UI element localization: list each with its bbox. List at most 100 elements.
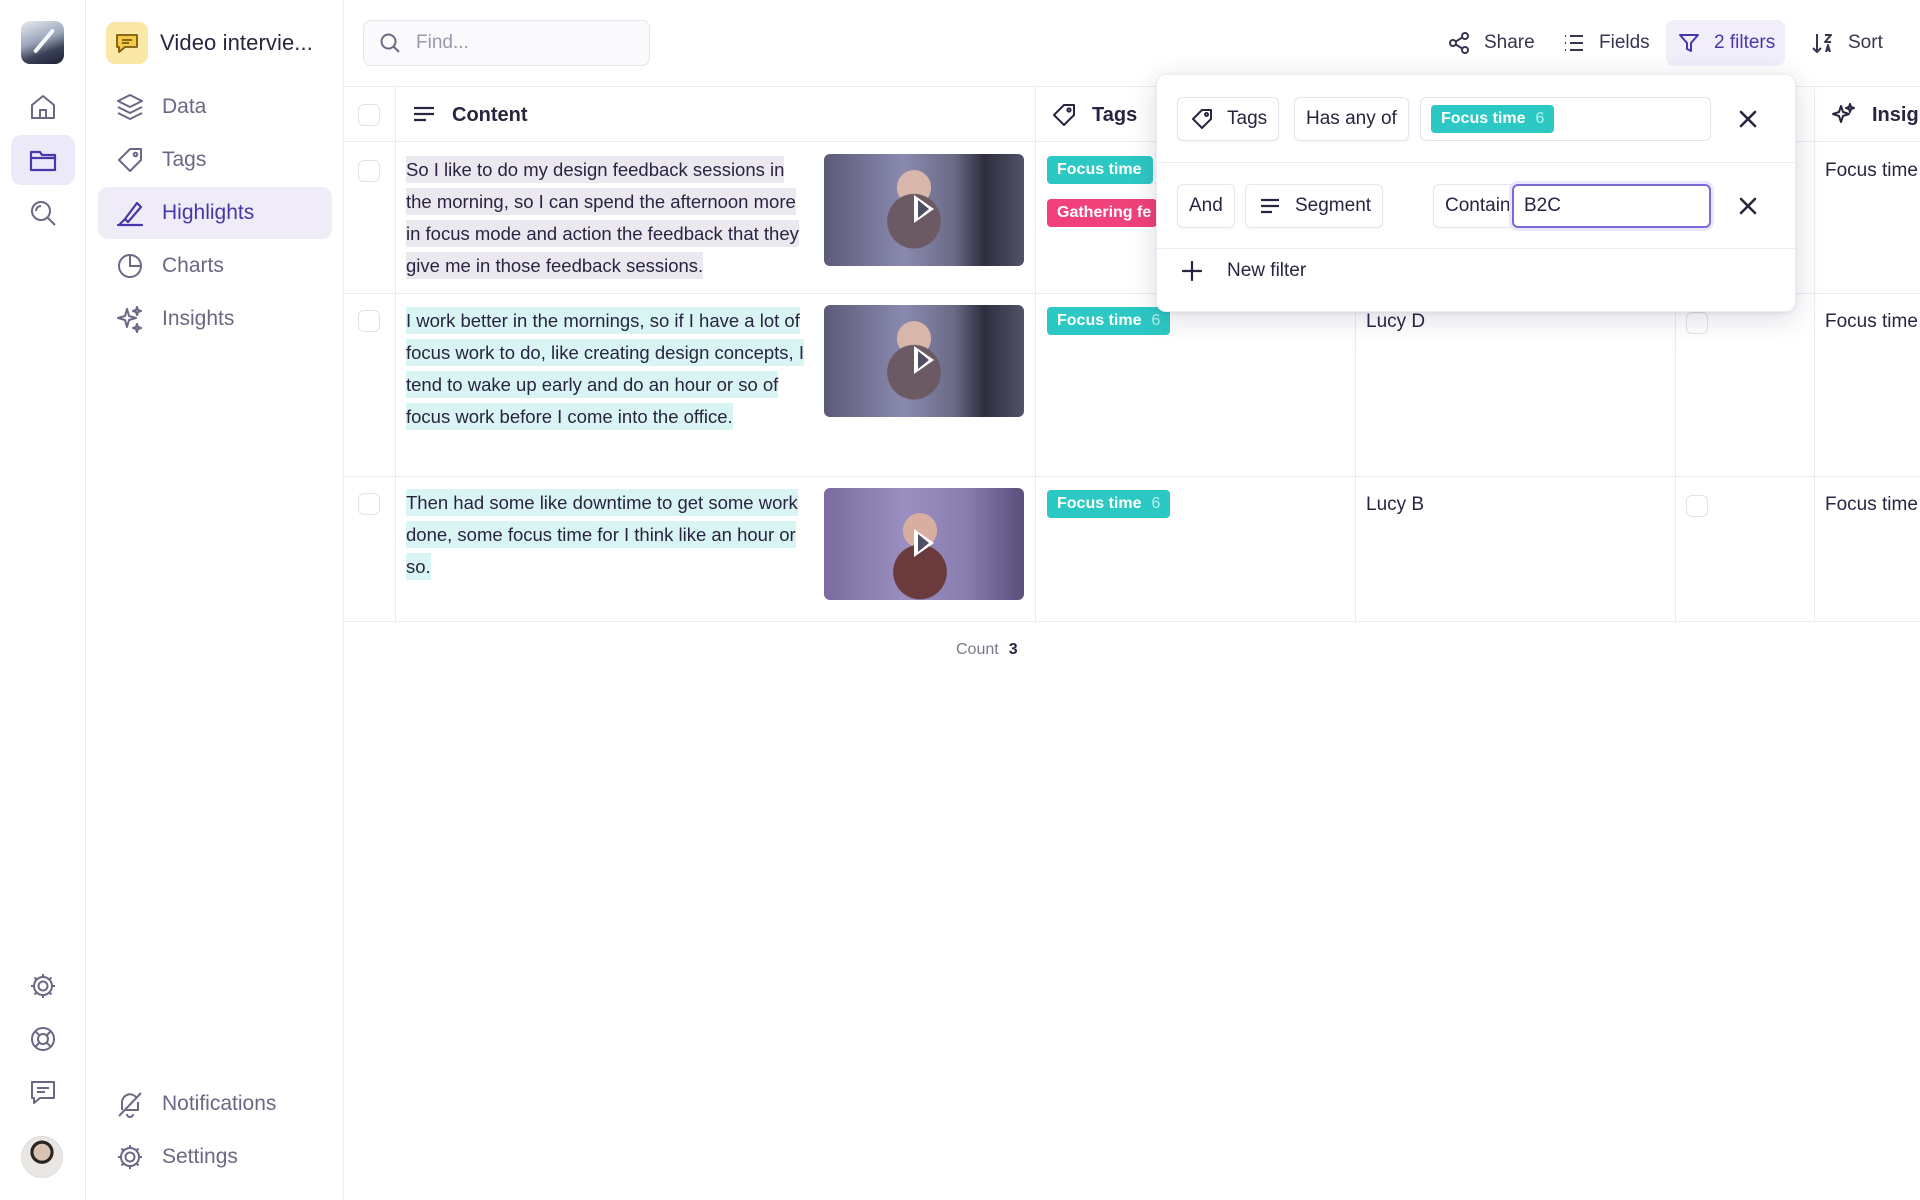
video-thumbnail[interactable]: [824, 154, 1024, 266]
bell-off-icon: [118, 1092, 142, 1118]
remove-filter-button[interactable]: [1731, 189, 1765, 223]
tag-label: Gathering fe: [1057, 204, 1152, 221]
insight-cell[interactable]: Focus time: [1825, 494, 1918, 516]
sidebar-item-insights[interactable]: Insights: [98, 293, 332, 345]
global-search-icon[interactable]: [11, 188, 75, 238]
sidebar-item-label: Charts: [162, 254, 224, 277]
workspace-logo[interactable]: [21, 21, 64, 64]
folder-icon[interactable]: [11, 135, 75, 185]
user-avatar[interactable]: [21, 1136, 63, 1178]
help-lifebuoy-icon[interactable]: [11, 1014, 75, 1064]
tag-count: 6: [1535, 110, 1545, 127]
tag-chip[interactable]: Focus time 6: [1047, 490, 1171, 518]
tag-chip[interactable]: Focus time 6: [1047, 307, 1171, 335]
filter-field-label: Segment: [1295, 195, 1372, 216]
gear-icon: [118, 1145, 142, 1169]
sort-button[interactable]: Sort: [1800, 20, 1893, 66]
row-checkbox-field[interactable]: [1686, 312, 1708, 334]
settings-gear-icon[interactable]: [11, 961, 75, 1011]
play-icon[interactable]: [914, 346, 934, 374]
count-label: Count: [956, 641, 999, 658]
filters-button[interactable]: 2 filters: [1666, 20, 1786, 66]
sidebar-item-notifications[interactable]: Notifications: [98, 1078, 332, 1130]
column-header-tags[interactable]: Tags: [1050, 87, 1137, 143]
highlight-content[interactable]: So I like to do my design feedback sessi…: [406, 154, 814, 282]
share-button[interactable]: Share: [1436, 20, 1545, 66]
sidebar-item-highlights[interactable]: Highlights: [98, 187, 332, 239]
tag-label: Focus time: [1057, 312, 1142, 329]
feedback-chat-icon[interactable]: [11, 1067, 75, 1117]
highlight-content[interactable]: Then had some like downtime to get some …: [406, 487, 814, 583]
filter-field-select[interactable]: Segment: [1245, 184, 1384, 228]
play-icon[interactable]: [914, 195, 934, 223]
sidebar-item-charts[interactable]: Charts: [98, 240, 332, 292]
highlight-text: I work better in the mornings, so if I h…: [406, 307, 804, 430]
project-speech-bubble-icon: [106, 22, 148, 64]
insight-cell[interactable]: Focus time: [1825, 311, 1918, 333]
column-header-insights[interactable]: Insigh: [1830, 87, 1920, 143]
row-checkbox-field[interactable]: [1686, 495, 1708, 517]
row-checkbox[interactable]: [358, 160, 380, 182]
row-divider: [344, 621, 1920, 622]
filter-value-select[interactable]: Focus time 6: [1420, 97, 1711, 141]
highlighter-icon: [116, 201, 144, 227]
close-icon: [1739, 197, 1757, 215]
column-label: Insigh: [1872, 103, 1920, 126]
column-label: Content: [452, 103, 528, 126]
filter-field-select[interactable]: Tags: [1177, 97, 1280, 141]
new-filter-label: New filter: [1227, 260, 1307, 281]
fields-button[interactable]: Fields: [1551, 20, 1660, 66]
tag-chip[interactable]: Focus time 6: [1431, 105, 1555, 133]
project-header[interactable]: Video intervie...: [106, 22, 313, 64]
participant-cell[interactable]: Lucy B: [1366, 494, 1424, 516]
filters-label: 2 filters: [1714, 32, 1776, 53]
highlight-text: Then had some like downtime to get some …: [406, 489, 798, 580]
highlight-content[interactable]: I work better in the mornings, so if I h…: [406, 305, 814, 433]
participant-cell[interactable]: Lucy D: [1366, 311, 1425, 333]
filter-row-divider: [1157, 162, 1797, 163]
sidebar-item-tags[interactable]: Tags: [98, 134, 332, 186]
filter-conjunction-select[interactable]: And: [1177, 184, 1235, 228]
column-divider: [395, 86, 396, 622]
highlight-text: So I like to do my design feedback sessi…: [406, 156, 799, 279]
column-header-content[interactable]: Content: [410, 87, 528, 143]
tag-chip[interactable]: Focus time: [1047, 156, 1153, 184]
tag-label: Focus time: [1057, 495, 1142, 512]
column-divider: [1035, 86, 1036, 622]
tag-count: 6: [1151, 495, 1161, 512]
sparkles-icon: [117, 306, 142, 333]
play-icon[interactable]: [914, 529, 934, 557]
filter-operator-select[interactable]: Has any of: [1294, 97, 1409, 141]
new-filter-button[interactable]: New filter: [1179, 258, 1306, 284]
column-label: Tags: [1092, 103, 1138, 126]
list-fields-icon: [1565, 35, 1583, 51]
filter-popover: Tags Has any of Focus time 6 And Segment…: [1156, 74, 1797, 312]
video-thumbnail[interactable]: [824, 488, 1024, 600]
share-icon: [1449, 32, 1469, 54]
sidebar-item-label: Insights: [162, 307, 235, 330]
plus-icon: [1181, 260, 1203, 282]
select-all-checkbox[interactable]: [358, 104, 380, 126]
column-divider: [1814, 86, 1815, 622]
search-input[interactable]: [416, 32, 616, 54]
filter-value-input[interactable]: [1512, 184, 1711, 228]
sidebar-item-settings[interactable]: Settings: [98, 1131, 332, 1183]
sidebar-item-label: Tags: [162, 148, 207, 171]
tag-chip[interactable]: Gathering fe: [1047, 199, 1157, 227]
row-checkbox[interactable]: [358, 493, 380, 515]
sidebar-item-label: Notifications: [162, 1092, 277, 1115]
sidebar-item-data[interactable]: Data: [98, 81, 332, 133]
remove-filter-button[interactable]: [1731, 102, 1765, 136]
tag-icon: [118, 148, 142, 172]
video-thumbnail[interactable]: [824, 305, 1024, 417]
insight-cell[interactable]: Focus time: [1825, 160, 1918, 182]
tag-icon: [1053, 104, 1075, 126]
sort-icon: [1812, 34, 1832, 53]
segment-value-field[interactable]: [1524, 195, 1654, 217]
row-checkbox[interactable]: [358, 310, 380, 332]
find-search-box[interactable]: [363, 20, 650, 66]
home-icon[interactable]: [11, 82, 75, 132]
tag-label: Focus time: [1441, 110, 1526, 127]
sidebar-item-label: Highlights: [162, 201, 255, 224]
project-name: Video intervie...: [160, 30, 313, 55]
